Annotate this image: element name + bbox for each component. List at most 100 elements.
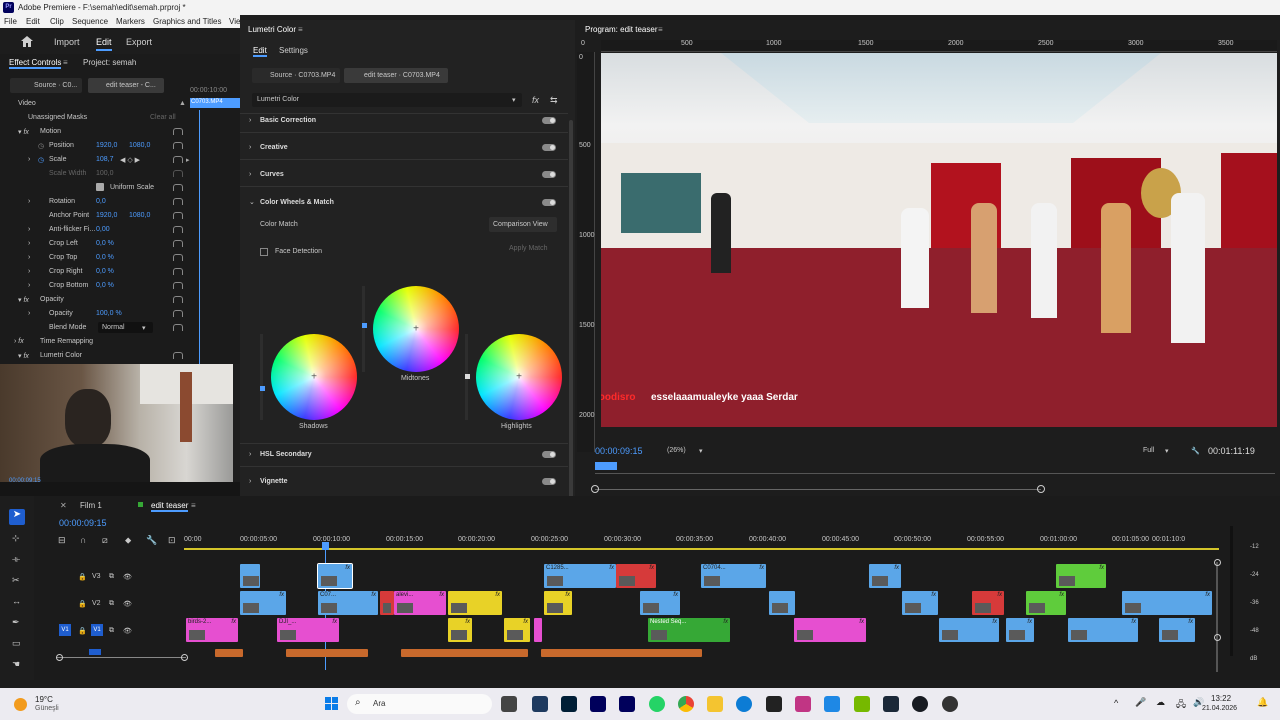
selection-tool-icon[interactable]: ➤	[9, 509, 25, 525]
lock-icon[interactable]: 🔒	[78, 600, 87, 608]
zoom-select[interactable]: (26%) ▾	[663, 444, 709, 458]
lumetri-source-tab[interactable]: Source · C0703.MP4	[252, 68, 340, 83]
tab-edit-teaser[interactable]: edit teaser	[151, 501, 189, 512]
hsl-secondary-label[interactable]: HSL Secondary	[260, 451, 312, 458]
basic-correction-label[interactable]: Basic Correction	[260, 117, 316, 124]
timeline-clip[interactable]: C0704... fx	[701, 564, 766, 588]
vscroll-bottom-handle[interactable]	[1214, 634, 1221, 641]
lock-icon[interactable]: 🔒	[78, 627, 87, 635]
timeline-clip[interactable]: fx	[1122, 591, 1212, 615]
cropbottom-expand-icon[interactable]: ›	[28, 282, 30, 289]
lumetri-tab-settings[interactable]: Settings	[279, 46, 308, 55]
edit-tab[interactable]: Edit	[96, 37, 112, 51]
time-remap-expand-icon[interactable]: › fx	[14, 338, 24, 345]
wrench-icon[interactable]: 🔧	[146, 535, 157, 546]
curves-label[interactable]: Curves	[260, 171, 284, 178]
anchor-y-value[interactable]: 1080,0	[129, 212, 150, 219]
timeline-clip[interactable]: fx	[972, 591, 1004, 615]
timeline-clip[interactable]: C1285... fx	[544, 564, 616, 588]
sync-icon[interactable]: ⧉	[109, 627, 114, 635]
timeline-clip[interactable]	[240, 564, 260, 588]
timeline-clip[interactable]: fx	[544, 591, 572, 615]
wrench-icon[interactable]: 🔧	[1191, 447, 1200, 455]
crop-left-value[interactable]: 0,0 %	[96, 240, 114, 247]
caption-track-icon[interactable]: ⊡	[168, 535, 176, 546]
color-wheels-toggle[interactable]	[542, 199, 556, 206]
weather-place[interactable]: Güneşli	[35, 705, 59, 712]
face-detection-checkbox[interactable]	[260, 248, 268, 256]
keyframe-nav-icon[interactable]: ◀ ◇ ▶	[120, 156, 140, 164]
obs-icon[interactable]	[942, 696, 958, 712]
reset-uniform-icon[interactable]	[173, 184, 183, 191]
zoom-scrollbar[interactable]	[595, 489, 1041, 490]
timeline-clip[interactable]	[380, 591, 394, 615]
timeline-clip[interactable]: C07... fx	[318, 591, 378, 615]
program-time-ruler[interactable]	[595, 464, 1275, 474]
midtones-wheel[interactable]: +	[373, 286, 459, 372]
reset-position-icon[interactable]	[173, 142, 183, 149]
nvidia-icon[interactable]	[854, 696, 870, 712]
timeline-vertical-scroll[interactable]	[1216, 562, 1218, 672]
rotation-expand-icon[interactable]: ›	[28, 198, 30, 205]
audio-clip[interactable]	[286, 649, 368, 657]
razor-tool-icon[interactable]: ✂	[12, 575, 20, 586]
basic-expand-icon[interactable]: ›	[249, 117, 251, 124]
timeline-clip[interactable]: fx	[448, 618, 472, 642]
windows-start-icon[interactable]	[325, 697, 339, 711]
premiere-taskbar-icon[interactable]	[590, 696, 606, 712]
clock-date[interactable]: 21.04.2026	[1202, 705, 1237, 712]
lumetri-expand-icon[interactable]: ▾ fx	[18, 352, 29, 360]
media-encoder-icon[interactable]	[619, 696, 635, 712]
opacity-value[interactable]: 100,0 %	[96, 310, 122, 317]
sync-icon[interactable]: ⧉	[109, 573, 114, 581]
opacity-value-expand-icon[interactable]: ›	[28, 310, 30, 317]
cropleft-expand-icon[interactable]: ›	[28, 240, 30, 247]
panel-menu-icon[interactable]: ≡	[63, 58, 68, 67]
audio-clip[interactable]	[401, 649, 528, 657]
app-icon[interactable]	[766, 696, 782, 712]
ripple-tool-icon[interactable]: ⟛	[12, 554, 20, 565]
program-playhead[interactable]	[595, 462, 617, 470]
reset-crop-right-icon[interactable]	[173, 268, 183, 275]
photoshop-icon[interactable]	[561, 696, 577, 712]
croptop-expand-icon[interactable]: ›	[28, 254, 30, 261]
rectangle-tool-icon[interactable]: ▭	[12, 638, 21, 649]
audio-clip[interactable]	[215, 649, 243, 657]
close-icon[interactable]: ✕	[60, 501, 67, 510]
clock-time[interactable]: 13:22	[1211, 694, 1231, 703]
zoom-scroll-left-handle[interactable]	[591, 485, 599, 493]
timeline-clip[interactable]: fx	[869, 564, 901, 588]
timeline-clip[interactable]: birds-2... fx	[186, 618, 238, 642]
stopwatch-icon[interactable]: ◷	[38, 142, 44, 150]
scale-expand-icon[interactable]: ›	[28, 156, 30, 163]
hsl-secondary-toggle[interactable]	[542, 451, 556, 458]
keyframe-arrow-icon[interactable]: ▸	[186, 156, 190, 164]
reset-scale-width-icon[interactable]	[173, 170, 183, 177]
timeline-clip[interactable]: fx	[240, 591, 286, 615]
highlights-wheel[interactable]: +	[476, 334, 562, 420]
timeline-clip[interactable]: fx	[640, 591, 680, 615]
comparison-view-button[interactable]: Comparison View	[489, 217, 557, 232]
reset-anchor-icon[interactable]	[173, 212, 183, 219]
import-tab[interactable]: Import	[54, 37, 80, 47]
tab-effect-controls[interactable]: Effect Controls	[9, 58, 62, 69]
vignette-label[interactable]: Vignette	[260, 478, 288, 485]
menu-markers[interactable]: Markers	[116, 17, 145, 26]
program-timecode[interactable]: 00:00:09:15	[595, 446, 643, 456]
file-explorer-icon[interactable]	[707, 696, 723, 712]
timeline-clip[interactable]: fx	[1068, 618, 1138, 642]
lumetri-panel-menu-icon[interactable]: ≡	[298, 25, 303, 34]
reset-antiflicker-icon[interactable]	[173, 226, 183, 233]
timeline-clip[interactable]: fx	[504, 618, 530, 642]
scale-value[interactable]: 108,7	[96, 156, 114, 163]
weather-icon[interactable]	[14, 698, 27, 711]
reset-opacity-group-icon[interactable]	[173, 296, 183, 303]
menu-graphics[interactable]: Graphics and Titles	[153, 17, 221, 26]
linked-selection-icon[interactable]: ∩	[80, 535, 86, 545]
instagram-icon[interactable]	[795, 696, 811, 712]
lumetri-tab-edit[interactable]: Edit	[253, 46, 267, 57]
creative-toggle[interactable]	[542, 144, 556, 151]
weather-temp[interactable]: 19°C	[35, 695, 53, 704]
scroll-up-icon[interactable]: ▲	[179, 100, 186, 107]
reset-lumetri-icon[interactable]	[173, 352, 183, 359]
